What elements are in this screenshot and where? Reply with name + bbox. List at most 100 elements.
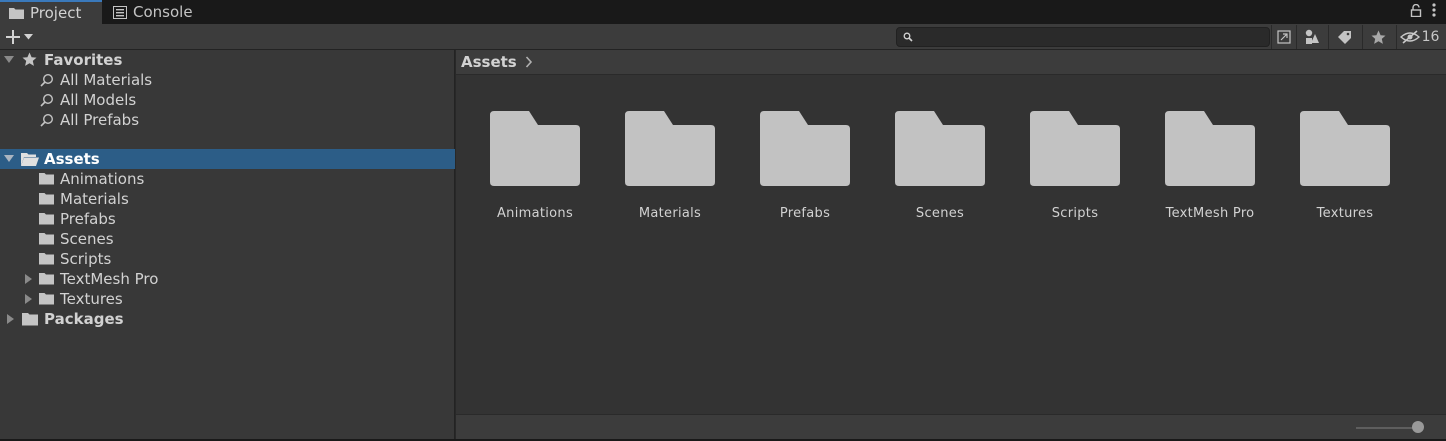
window-tab-bar: Project Console xyxy=(0,0,1446,24)
icon-size-slider-handle[interactable] xyxy=(1412,421,1424,433)
asset-folder-name: Materials xyxy=(638,206,702,221)
lock-icon[interactable] xyxy=(1410,3,1422,17)
tree-folder-label: Animations xyxy=(60,170,145,188)
tree-folder-label: Scripts xyxy=(60,250,112,268)
tree-favorite-item[interactable]: All Materials xyxy=(0,70,455,90)
search-by-label-button[interactable] xyxy=(1328,25,1360,49)
tree-folder-item[interactable]: Scenes xyxy=(0,229,455,249)
icon-size-slider-track[interactable] xyxy=(1356,427,1416,429)
star-icon xyxy=(22,52,37,66)
shapes-icon xyxy=(1305,29,1319,44)
tree-folder-label: Prefabs xyxy=(60,210,116,228)
tree-folder-label: Textures xyxy=(60,290,123,308)
breadcrumb-item-assets[interactable]: Assets xyxy=(461,53,517,71)
tree-favorite-label: All Models xyxy=(60,91,137,109)
search-icon xyxy=(40,73,54,87)
folder-icon xyxy=(39,293,54,305)
folder-icon xyxy=(39,193,54,205)
folder-icon xyxy=(39,173,54,185)
folder-icon xyxy=(760,111,850,186)
star-icon xyxy=(1371,30,1386,44)
tree-folder-item[interactable]: Prefabs xyxy=(0,209,455,229)
breadcrumb: Assets xyxy=(456,50,1446,75)
search-in-new-window-button[interactable] xyxy=(1271,25,1295,49)
save-search-favorite-button[interactable] xyxy=(1362,25,1394,49)
plus-icon xyxy=(6,30,20,44)
tab-project[interactable]: Project xyxy=(0,0,102,24)
asset-folder-name: Textures xyxy=(1316,206,1374,221)
asset-folder-name: Scripts xyxy=(1051,206,1099,221)
folder-icon xyxy=(9,8,24,19)
project-toolbar: 16 xyxy=(0,24,1446,50)
asset-folder-name: Scenes xyxy=(915,206,965,221)
folder-icon xyxy=(39,213,54,225)
asset-folder-tile[interactable]: Scenes xyxy=(885,111,995,221)
asset-folder-tile[interactable]: Animations xyxy=(480,111,590,221)
asset-folder-tile[interactable]: Materials xyxy=(615,111,725,221)
tab-bar-controls xyxy=(1410,3,1436,17)
tree-folder-label: Scenes xyxy=(60,230,114,248)
tree-favorite-item[interactable]: All Prefabs xyxy=(0,110,455,130)
tree-favorites-label: Favorites xyxy=(44,51,123,69)
collapsed-arrow-icon[interactable] xyxy=(24,294,34,304)
search-icon xyxy=(40,93,54,107)
asset-browser-panel: Assets Animations Materials Prefabs Scen… xyxy=(456,50,1446,441)
tree-assets-label: Assets xyxy=(44,150,100,168)
expanded-arrow-icon[interactable] xyxy=(4,154,14,164)
tab-project-label: Project xyxy=(30,4,82,22)
tree-favorite-label: All Prefabs xyxy=(60,111,140,129)
folder-icon xyxy=(490,111,580,186)
search-icon xyxy=(903,32,913,42)
tree-folder-item[interactable]: TextMesh Pro xyxy=(0,269,455,289)
more-menu-icon[interactable] xyxy=(1432,3,1436,17)
asset-folder-tile[interactable]: Textures xyxy=(1290,111,1400,221)
tree-folder-item[interactable]: Textures xyxy=(0,289,455,309)
hidden-packages-count: 16 xyxy=(1421,29,1440,45)
folder-icon xyxy=(1165,111,1255,186)
search-field[interactable] xyxy=(896,27,1270,47)
folder-icon xyxy=(625,111,715,186)
asset-folder-name: TextMesh Pro xyxy=(1165,206,1255,221)
expanded-arrow-icon[interactable] xyxy=(4,55,14,65)
search-by-type-button[interactable] xyxy=(1296,25,1326,49)
folder-tree-panel: Favorites All Materials All Models All P… xyxy=(0,50,455,441)
tree-favorite-label: All Materials xyxy=(60,71,153,89)
tag-icon xyxy=(1338,30,1351,44)
tree-folder-item[interactable]: Materials xyxy=(0,189,455,209)
tree-folder-label: Materials xyxy=(60,190,129,208)
eye-hidden-icon xyxy=(1399,30,1420,44)
chevron-right-icon xyxy=(525,56,532,68)
tree-assets[interactable]: Assets xyxy=(0,149,455,169)
tab-console[interactable]: Console xyxy=(104,0,214,24)
asset-folder-tile[interactable]: Prefabs xyxy=(750,111,860,221)
chevron-down-icon xyxy=(24,34,33,40)
asset-folder-name: Animations xyxy=(496,206,574,221)
asset-folder-tile[interactable]: Scripts xyxy=(1020,111,1130,221)
folder-icon xyxy=(1030,111,1120,186)
folder-open-icon xyxy=(21,153,39,166)
tree-packages[interactable]: Packages xyxy=(0,309,455,329)
tree-favorite-item[interactable]: All Models xyxy=(0,90,455,110)
folder-icon xyxy=(39,233,54,245)
tree-folder-item[interactable]: Animations xyxy=(0,169,455,189)
tree-favorites[interactable]: Favorites xyxy=(0,50,455,70)
search-input[interactable] xyxy=(919,30,1259,44)
collapsed-arrow-icon[interactable] xyxy=(24,274,34,284)
asset-status-bar xyxy=(456,414,1446,440)
tab-console-label: Console xyxy=(133,3,193,21)
create-asset-button[interactable] xyxy=(5,27,41,47)
search-icon xyxy=(40,113,54,127)
folder-icon xyxy=(895,111,985,186)
asset-folder-name: Prefabs xyxy=(779,206,831,221)
folder-icon xyxy=(39,253,54,265)
asset-folder-tile[interactable]: TextMesh Pro xyxy=(1155,111,1265,221)
folder-icon xyxy=(1300,111,1390,186)
collapsed-arrow-icon[interactable] xyxy=(6,314,16,324)
folder-icon xyxy=(22,313,38,326)
tree-folder-item[interactable]: Scripts xyxy=(0,249,455,269)
folder-icon xyxy=(39,273,54,285)
toggle-hidden-packages-button[interactable]: 16 xyxy=(1396,25,1442,49)
tree-packages-label: Packages xyxy=(44,310,124,328)
console-icon xyxy=(113,5,127,19)
tree-folder-label: TextMesh Pro xyxy=(60,270,159,288)
